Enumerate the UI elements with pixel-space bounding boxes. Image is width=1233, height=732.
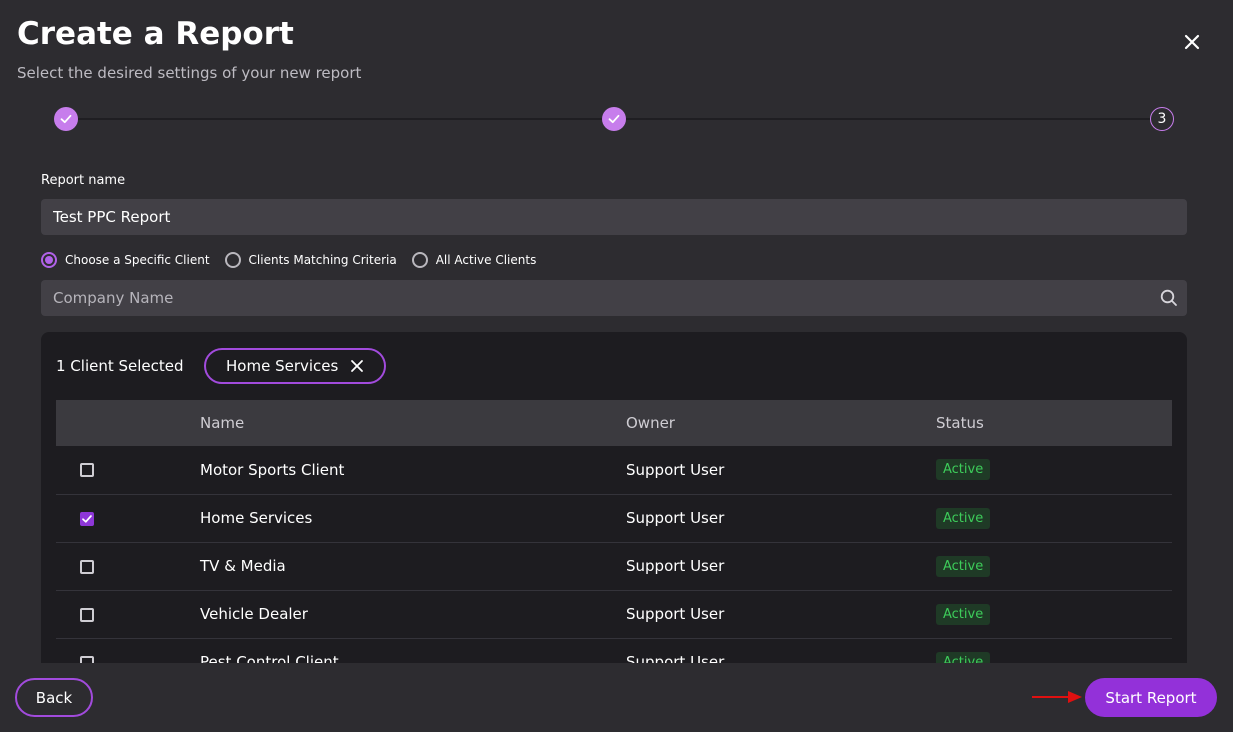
radio-specific-client[interactable]: Choose a Specific Client [41, 252, 210, 268]
table-header-row: Name Owner Status [56, 400, 1172, 446]
status-column-header[interactable]: Status [935, 400, 1172, 446]
row-checkbox[interactable] [80, 559, 94, 574]
annotation-arrow-icon [1032, 691, 1082, 703]
table-row[interactable]: Motor Sports Client Support User Active [56, 446, 1172, 494]
client-owner: Support User [626, 605, 725, 623]
check-icon [60, 114, 72, 124]
status-badge: Active [936, 651, 991, 663]
radio-button[interactable] [41, 252, 57, 268]
report-name-input[interactable] [41, 199, 1187, 235]
owner-column-header[interactable]: Owner [625, 400, 935, 446]
search-icon[interactable] [1159, 288, 1179, 308]
back-button[interactable]: Back [15, 678, 93, 717]
radio-all-active[interactable]: All Active Clients [411, 252, 537, 268]
table-row[interactable]: TV & Media Support User Active [56, 542, 1172, 590]
clients-table: Name Owner Status Motor Sports Client Su… [56, 400, 1172, 663]
table-row[interactable]: Home Services Support User Active [56, 494, 1172, 542]
client-name: Pest Control Client [200, 653, 339, 663]
client-mode-group: Choose a Specific Client Clients Matchin… [41, 252, 551, 268]
start-report-button[interactable]: Start Report [1085, 678, 1217, 717]
client-owner: Support User [626, 509, 725, 527]
row-checkbox[interactable] [80, 511, 94, 526]
select-column-header [56, 400, 199, 446]
client-owner: Support User [626, 557, 725, 575]
client-owner: Support User [626, 460, 725, 479]
row-checkbox[interactable] [80, 463, 94, 478]
dialog-subtitle: Select the desired settings of your new … [17, 64, 362, 82]
step-1-complete [54, 107, 78, 131]
radio-matching-criteria[interactable]: Clients Matching Criteria [224, 252, 397, 268]
step-3-current: 3 [1150, 107, 1174, 131]
table-row[interactable]: Vehicle Dealer Support User Active [56, 590, 1172, 638]
radio-button[interactable] [224, 252, 241, 268]
radio-label: Clients Matching Criteria [248, 253, 397, 267]
selected-client-chip[interactable]: Home Services [204, 348, 387, 384]
client-name: TV & Media [200, 557, 286, 575]
report-name-label: Report name [41, 173, 126, 188]
step-2-complete [602, 107, 626, 131]
client-owner: Support User [626, 653, 725, 663]
radio-button[interactable] [411, 252, 428, 268]
check-icon [608, 114, 620, 124]
company-search-input[interactable] [41, 280, 1187, 316]
status-badge: Active [936, 459, 991, 481]
close-icon[interactable] [1180, 30, 1204, 54]
dialog-title: Create a Report [17, 16, 294, 52]
client-name: Vehicle Dealer [200, 605, 308, 623]
selection-summary: 1 Client Selected [56, 357, 184, 375]
remove-chip-icon[interactable] [350, 359, 364, 373]
status-badge: Active [936, 603, 991, 625]
client-name: Motor Sports Client [200, 460, 345, 479]
radio-label: All Active Clients [435, 253, 537, 267]
client-table-panel: 1 Client Selected Home Services Name Own… [41, 332, 1187, 663]
status-badge: Active [936, 507, 991, 529]
radio-label: Choose a Specific Client [65, 253, 210, 267]
client-name: Home Services [200, 509, 313, 527]
chip-label: Home Services [226, 357, 339, 375]
check-icon [82, 514, 92, 523]
table-row[interactable]: Pest Control Client Support User Active [56, 638, 1172, 663]
status-badge: Active [936, 555, 991, 577]
name-column-header[interactable]: Name [199, 400, 625, 446]
row-checkbox[interactable] [80, 655, 94, 663]
row-checkbox[interactable] [80, 607, 94, 622]
